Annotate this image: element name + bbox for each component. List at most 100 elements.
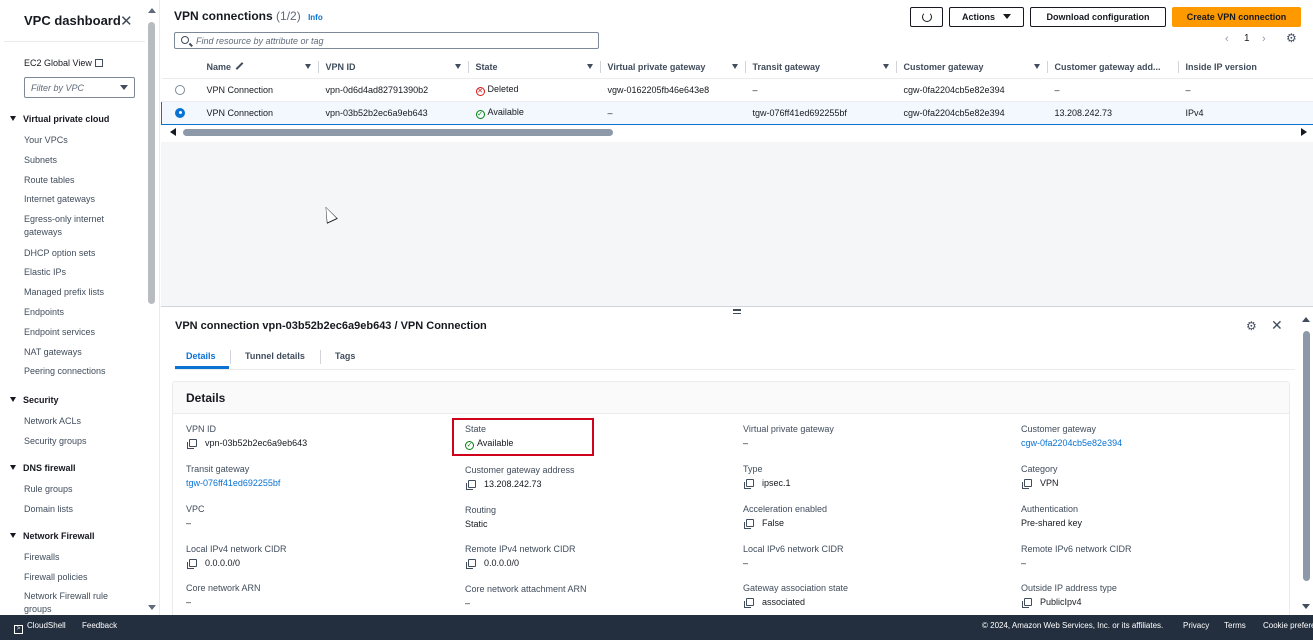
copy-icon[interactable] bbox=[744, 598, 754, 608]
sidebar-item-your-vpcs[interactable]: Your VPCs bbox=[24, 134, 124, 147]
copy-icon[interactable] bbox=[187, 559, 197, 569]
customer-gateway-link[interactable]: cgw-0fa2204cb5e82e394 bbox=[1021, 438, 1271, 448]
sort-icon[interactable] bbox=[586, 64, 593, 69]
cell-tgw[interactable]: tgw-076ff41ed692255bf bbox=[745, 100, 897, 125]
transit-gateway-link[interactable]: tgw-076ff41ed692255bf bbox=[186, 478, 436, 488]
sidebar-section-dns-firewall[interactable]: DNS firewall bbox=[10, 463, 76, 473]
column-label[interactable]: Customer gateway add... bbox=[1055, 62, 1161, 72]
sort-icon[interactable] bbox=[1033, 64, 1040, 69]
sidebar-item-elastic-ips[interactable]: Elastic IPs bbox=[24, 266, 124, 279]
sidebar-item-domain-lists[interactable]: Domain lists bbox=[24, 503, 124, 516]
section-label[interactable]: Virtual private cloud bbox=[23, 114, 109, 124]
column-label[interactable]: State bbox=[476, 62, 498, 72]
table-row[interactable]: VPN Connection vpn-03b52b2ec6a9eb643 ✓ Av… bbox=[161, 100, 1313, 125]
sort-icon[interactable] bbox=[454, 64, 461, 69]
sort-icon[interactable] bbox=[731, 64, 738, 69]
column-label[interactable]: VPN ID bbox=[326, 62, 356, 72]
gear-icon[interactable]: ⚙ bbox=[1246, 319, 1257, 333]
download-configuration-button[interactable]: Download configuration bbox=[1030, 7, 1166, 27]
scroll-down-icon[interactable] bbox=[148, 605, 156, 610]
copy-icon[interactable] bbox=[1022, 598, 1032, 608]
tab-tags[interactable]: Tags bbox=[335, 351, 355, 361]
sidebar-title[interactable]: VPC dashboard bbox=[24, 13, 121, 28]
row-radio[interactable] bbox=[174, 84, 185, 95]
copy-icon[interactable] bbox=[466, 480, 476, 490]
column-header-customer-gateway-address[interactable]: Customer gateway add... bbox=[1047, 56, 1179, 79]
sidebar-item-peering-connections[interactable]: Peering connections bbox=[24, 365, 124, 378]
filter-by-vpc-select[interactable]: Filter by VPC bbox=[24, 77, 135, 98]
sidebar-item-managed-prefix-lists[interactable]: Managed prefix lists bbox=[24, 286, 124, 299]
sidebar-item-dhcp-option-sets[interactable]: DHCP option sets bbox=[24, 247, 124, 260]
resize-handle-icon[interactable] bbox=[733, 309, 741, 316]
copy-icon[interactable] bbox=[466, 559, 476, 569]
scroll-thumb[interactable] bbox=[1303, 331, 1310, 581]
column-label[interactable]: Inside IP version bbox=[1186, 62, 1257, 72]
tab-tunnel-details[interactable]: Tunnel details bbox=[245, 351, 305, 361]
create-vpn-connection-button[interactable]: Create VPN connection bbox=[1172, 7, 1301, 27]
row-select-cell[interactable] bbox=[161, 78, 200, 102]
sidebar-item-firewalls[interactable]: Firewalls bbox=[24, 551, 124, 564]
gear-icon[interactable]: ⚙ bbox=[1286, 31, 1297, 45]
column-label[interactable]: Transit gateway bbox=[753, 62, 821, 72]
page-number[interactable]: 1 bbox=[1244, 33, 1250, 44]
scroll-down-icon[interactable] bbox=[1302, 604, 1310, 609]
sidebar-item-firewall-policies[interactable]: Firewall policies bbox=[24, 571, 124, 584]
sort-icon[interactable] bbox=[304, 64, 311, 69]
scroll-thumb[interactable] bbox=[183, 129, 613, 136]
sidebar-item-network-firewall-rule-groups[interactable]: Network Firewall rule groups bbox=[24, 590, 124, 615]
table-row[interactable]: VPN Connection vpn-0d6d4ad82791390b2 ✕ De… bbox=[161, 78, 1313, 102]
sidebar-section-virtual-private-cloud[interactable]: Virtual private cloud bbox=[10, 114, 109, 124]
cell-cgw[interactable]: cgw-0fa2204cb5e82e394 bbox=[896, 100, 1048, 125]
column-header-name[interactable]: Name bbox=[199, 56, 319, 79]
chevron-right-icon[interactable]: › bbox=[1262, 33, 1266, 45]
terms-link[interactable]: Terms bbox=[1224, 621, 1246, 630]
cell-vgw[interactable]: vgw-0162205fb46e643e8 bbox=[600, 78, 746, 102]
column-header-virtual-private-gateway[interactable]: Virtual private gateway bbox=[600, 56, 746, 79]
copy-icon[interactable] bbox=[744, 519, 754, 529]
section-label[interactable]: Network Firewall bbox=[23, 531, 95, 541]
cell-vpn-id[interactable]: vpn-03b52b2ec6a9eb643 bbox=[318, 100, 469, 125]
cloudshell-label[interactable]: CloudShell bbox=[27, 621, 66, 630]
sidebar-item-endpoint-services[interactable]: Endpoint services bbox=[24, 326, 124, 339]
sidebar-item-subnets[interactable]: Subnets bbox=[24, 154, 124, 167]
section-label[interactable]: Security bbox=[23, 395, 59, 405]
sidebar-scrollbar[interactable] bbox=[147, 8, 156, 610]
tab-details[interactable]: Details bbox=[186, 351, 216, 361]
sidebar-item-security-groups[interactable]: Security groups bbox=[24, 435, 124, 448]
ec2-global-view-label[interactable]: EC2 Global View bbox=[24, 58, 92, 68]
close-icon[interactable]: ✕ bbox=[120, 12, 133, 30]
search-input[interactable]: Find resource by attribute or tag bbox=[174, 32, 599, 49]
scroll-up-icon[interactable] bbox=[1302, 317, 1310, 322]
sidebar-item-endpoints[interactable]: Endpoints bbox=[24, 306, 124, 319]
feedback-link[interactable]: Feedback bbox=[82, 621, 117, 630]
privacy-link[interactable]: Privacy bbox=[1183, 621, 1209, 630]
copy-icon[interactable] bbox=[187, 439, 197, 449]
scroll-up-icon[interactable] bbox=[148, 8, 156, 13]
actions-button[interactable]: Actions bbox=[949, 7, 1024, 27]
column-header-state[interactable]: State bbox=[468, 56, 601, 79]
cell-vpn-id[interactable]: vpn-0d6d4ad82791390b2 bbox=[318, 78, 469, 102]
table-horizontal-scrollbar[interactable] bbox=[161, 126, 1313, 139]
column-label[interactable]: Name bbox=[207, 62, 232, 72]
column-label[interactable]: Customer gateway bbox=[904, 62, 984, 72]
sidebar-item-route-tables[interactable]: Route tables bbox=[24, 174, 124, 187]
copy-icon[interactable] bbox=[744, 479, 754, 489]
column-header-inside-ip-version[interactable]: Inside IP version bbox=[1178, 56, 1313, 79]
cookie-preferences-link[interactable]: Cookie prefere bbox=[1263, 621, 1313, 630]
column-label[interactable]: Virtual private gateway bbox=[608, 62, 706, 72]
sidebar-item-network-acls[interactable]: Network ACLs bbox=[24, 415, 124, 428]
row-radio[interactable] bbox=[175, 107, 185, 118]
section-label[interactable]: DNS firewall bbox=[23, 463, 76, 473]
sidebar-item-nat-gateways[interactable]: NAT gateways bbox=[24, 346, 124, 359]
cell-cgw[interactable]: cgw-0fa2204cb5e82e394 bbox=[896, 78, 1048, 102]
column-header-customer-gateway[interactable]: Customer gateway bbox=[896, 56, 1048, 79]
refresh-button[interactable] bbox=[910, 7, 943, 27]
sidebar-item-egress-only-internet-gateways[interactable]: Egress-only internet gateways bbox=[24, 213, 124, 239]
column-header-transit-gateway[interactable]: Transit gateway bbox=[745, 56, 897, 79]
sidebar-item-internet-gateways[interactable]: Internet gateways bbox=[24, 193, 124, 206]
sidebar-section-security[interactable]: Security bbox=[10, 395, 59, 405]
column-header-vpn-id[interactable]: VPN ID bbox=[318, 56, 469, 79]
info-link[interactable]: Info bbox=[308, 13, 323, 22]
cloudshell-button[interactable]: > CloudShell bbox=[14, 621, 66, 634]
close-icon[interactable]: ✕ bbox=[1271, 317, 1283, 334]
